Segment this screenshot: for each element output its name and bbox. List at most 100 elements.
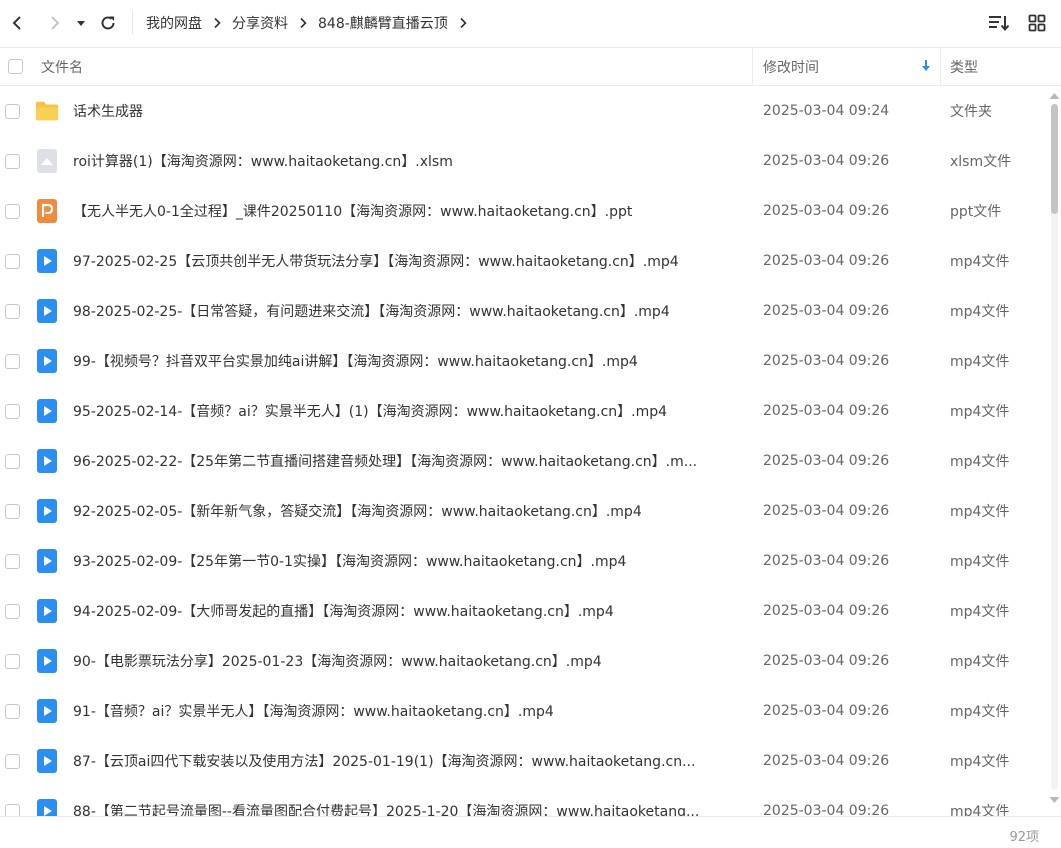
row-checkbox[interactable]: [5, 553, 20, 569]
back-button[interactable]: [0, 6, 34, 40]
file-name[interactable]: 88-【第二节起号流量图--看流量图配合付费起号】2025-1-20【海淘资源网…: [73, 801, 699, 816]
file-row[interactable]: 话术生成器 2025-03-04 09:24 文件夹: [0, 86, 1046, 136]
file-type-cell: mp4文件: [950, 786, 1009, 816]
file-name[interactable]: 92-2025-02-05-【新年新气象，答疑交流】【海淘资源网：www.hai…: [73, 501, 642, 521]
row-checkbox[interactable]: [5, 803, 20, 816]
row-checkbox[interactable]: [5, 153, 20, 169]
file-row[interactable]: 【无人半无人0-1全过程】_课件20250110【海淘资源网：www.haita…: [0, 186, 1046, 236]
file-name[interactable]: 87-【云顶ai四代下载安装以及使用方法】2025-01-19(1)【海淘资源网…: [73, 751, 695, 771]
row-checkbox[interactable]: [5, 353, 20, 369]
file-name-cell[interactable]: 话术生成器: [73, 86, 743, 136]
file-name[interactable]: 96-2025-02-22-【25年第二节直播间搭建音频处理】【海淘资源网：ww…: [73, 451, 697, 471]
file-row[interactable]: 98-2025-02-25-【日常答疑，有问题进来交流】【海淘资源网：www.h…: [0, 286, 1046, 336]
file-name-cell[interactable]: 95-2025-02-14-【音频？ai？实景半无人】(1)【海淘资源网：www…: [73, 386, 743, 436]
row-checkbox-cell[interactable]: [5, 286, 20, 336]
row-checkbox-cell[interactable]: [5, 636, 20, 686]
column-divider[interactable]: [752, 48, 753, 85]
row-checkbox[interactable]: [5, 303, 20, 319]
file-row[interactable]: 88-【第二节起号流量图--看流量图配合付费起号】2025-1-20【海淘资源网…: [0, 786, 1046, 816]
file-name-cell[interactable]: roi计算器(1)【海淘资源网：www.haitaoketang.cn】.xls…: [73, 136, 743, 186]
vertical-scrollbar[interactable]: [1048, 88, 1061, 814]
file-row[interactable]: 97-2025-02-25【云顶共创半无人带货玩法分享】【海淘资源网：www.h…: [0, 236, 1046, 286]
row-checkbox-cell[interactable]: [5, 736, 20, 786]
row-checkbox[interactable]: [5, 603, 20, 619]
file-name-cell[interactable]: 【无人半无人0-1全过程】_课件20250110【海淘资源网：www.haita…: [73, 186, 743, 236]
history-dropdown-button[interactable]: [72, 6, 90, 40]
row-checkbox-cell[interactable]: [5, 186, 20, 236]
column-name[interactable]: 文件名: [41, 48, 83, 85]
breadcrumb-item[interactable]: 我的网盘: [146, 13, 202, 33]
checkbox[interactable]: [8, 59, 23, 74]
file-name-cell[interactable]: 96-2025-02-22-【25年第二节直播间搭建音频处理】【海淘资源网：ww…: [73, 436, 743, 486]
file-row[interactable]: 93-2025-02-09-【25年第一节0-1实操】【海淘资源网：www.ha…: [0, 536, 1046, 586]
file-row[interactable]: 99-【视频号？抖音双平台实景加纯ai讲解】【海淘资源网：www.haitaok…: [0, 336, 1046, 386]
file-name[interactable]: 98-2025-02-25-【日常答疑，有问题进来交流】【海淘资源网：www.h…: [73, 301, 670, 321]
file-name-cell[interactable]: 92-2025-02-05-【新年新气象，答疑交流】【海淘资源网：www.hai…: [73, 486, 743, 536]
row-checkbox-cell[interactable]: [5, 86, 20, 136]
sort-button[interactable]: [983, 6, 1015, 40]
file-name[interactable]: 91-【音频？ai？实景半无人】【海淘资源网：www.haitaoketang.…: [73, 701, 554, 721]
row-checkbox[interactable]: [5, 253, 20, 269]
column-modified[interactable]: 修改时间: [763, 48, 933, 85]
row-checkbox-cell[interactable]: [5, 536, 20, 586]
file-name-cell[interactable]: 99-【视频号？抖音双平台实景加纯ai讲解】【海淘资源网：www.haitaok…: [73, 336, 743, 386]
row-checkbox[interactable]: [5, 203, 20, 219]
column-type[interactable]: 类型: [950, 48, 978, 85]
file-row[interactable]: 96-2025-02-22-【25年第二节直播间搭建音频处理】【海淘资源网：ww…: [0, 436, 1046, 486]
file-row[interactable]: 90-【电影票玩法分享】2025-01-23【海淘资源网：www.haitaok…: [0, 636, 1046, 686]
scroll-up-arrow-icon[interactable]: [1049, 92, 1060, 100]
row-checkbox[interactable]: [5, 453, 20, 469]
row-checkbox-cell[interactable]: [5, 686, 20, 736]
file-modified: 2025-03-04 09:26: [763, 353, 890, 369]
select-all-checkbox[interactable]: [8, 48, 23, 85]
scrollbar-thumb[interactable]: [1051, 104, 1058, 214]
file-row[interactable]: 91-【音频？ai？实景半无人】【海淘资源网：www.haitaoketang.…: [0, 686, 1046, 736]
file-row[interactable]: 95-2025-02-14-【音频？ai？实景半无人】(1)【海淘资源网：www…: [0, 386, 1046, 436]
scroll-down-arrow-icon[interactable]: [1049, 796, 1060, 804]
file-name[interactable]: 99-【视频号？抖音双平台实景加纯ai讲解】【海淘资源网：www.haitaok…: [73, 351, 638, 371]
grid-icon: [1028, 14, 1046, 32]
forward-button[interactable]: [38, 6, 72, 40]
row-checkbox[interactable]: [5, 753, 20, 769]
file-name-cell[interactable]: 93-2025-02-09-【25年第一节0-1实操】【海淘资源网：www.ha…: [73, 536, 743, 586]
row-checkbox[interactable]: [5, 653, 20, 669]
row-checkbox-cell[interactable]: [5, 786, 20, 816]
file-type: mp4文件: [950, 654, 1010, 670]
column-divider[interactable]: [940, 48, 941, 85]
row-checkbox-cell[interactable]: [5, 136, 20, 186]
file-name-cell[interactable]: 94-2025-02-09-【大师哥发起的直播】【海淘资源网：www.haita…: [73, 586, 743, 636]
grid-view-button[interactable]: [1021, 6, 1053, 40]
file-name-cell[interactable]: 91-【音频？ai？实景半无人】【海淘资源网：www.haitaoketang.…: [73, 686, 743, 736]
row-checkbox[interactable]: [5, 703, 20, 719]
refresh-button[interactable]: [90, 6, 126, 40]
file-name[interactable]: 95-2025-02-14-【音频？ai？实景半无人】(1)【海淘资源网：www…: [73, 401, 667, 421]
file-name[interactable]: 【无人半无人0-1全过程】_课件20250110【海淘资源网：www.haita…: [73, 201, 632, 221]
row-checkbox[interactable]: [5, 403, 20, 419]
row-checkbox-cell[interactable]: [5, 436, 20, 486]
file-name-cell[interactable]: 97-2025-02-25【云顶共创半无人带货玩法分享】【海淘资源网：www.h…: [73, 236, 743, 286]
row-checkbox-cell[interactable]: [5, 386, 20, 436]
file-name[interactable]: 94-2025-02-09-【大师哥发起的直播】【海淘资源网：www.haita…: [73, 601, 614, 621]
file-name[interactable]: 话术生成器: [73, 101, 143, 121]
row-checkbox[interactable]: [5, 503, 20, 519]
file-row[interactable]: roi计算器(1)【海淘资源网：www.haitaoketang.cn】.xls…: [0, 136, 1046, 186]
file-name[interactable]: 90-【电影票玩法分享】2025-01-23【海淘资源网：www.haitaok…: [73, 651, 602, 671]
file-name-cell[interactable]: 90-【电影票玩法分享】2025-01-23【海淘资源网：www.haitaok…: [73, 636, 743, 686]
file-name-cell[interactable]: 88-【第二节起号流量图--看流量图配合付费起号】2025-1-20【海淘资源网…: [73, 786, 743, 816]
file-name-cell[interactable]: 98-2025-02-25-【日常答疑，有问题进来交流】【海淘资源网：www.h…: [73, 286, 743, 336]
breadcrumb-item-current[interactable]: 848-麒麟臂直播云顶: [318, 13, 448, 33]
file-name-cell[interactable]: 87-【云顶ai四代下载安装以及使用方法】2025-01-19(1)【海淘资源网…: [73, 736, 743, 786]
row-checkbox-cell[interactable]: [5, 486, 20, 536]
breadcrumb-item[interactable]: 分享资料: [232, 13, 288, 33]
file-name[interactable]: roi计算器(1)【海淘资源网：www.haitaoketang.cn】.xls…: [73, 151, 453, 171]
row-checkbox-cell[interactable]: [5, 236, 20, 286]
file-name[interactable]: 93-2025-02-09-【25年第一节0-1实操】【海淘资源网：www.ha…: [73, 551, 626, 571]
file-name[interactable]: 97-2025-02-25【云顶共创半无人带货玩法分享】【海淘资源网：www.h…: [73, 251, 679, 271]
file-row[interactable]: 92-2025-02-05-【新年新气象，答疑交流】【海淘资源网：www.hai…: [0, 486, 1046, 536]
file-row[interactable]: 94-2025-02-09-【大师哥发起的直播】【海淘资源网：www.haita…: [0, 586, 1046, 636]
file-row[interactable]: 87-【云顶ai四代下载安装以及使用方法】2025-01-19(1)【海淘资源网…: [0, 736, 1046, 786]
row-checkbox[interactable]: [5, 103, 20, 119]
row-checkbox-cell[interactable]: [5, 586, 20, 636]
chevron-right-icon[interactable]: [458, 17, 468, 29]
row-checkbox-cell[interactable]: [5, 336, 20, 386]
